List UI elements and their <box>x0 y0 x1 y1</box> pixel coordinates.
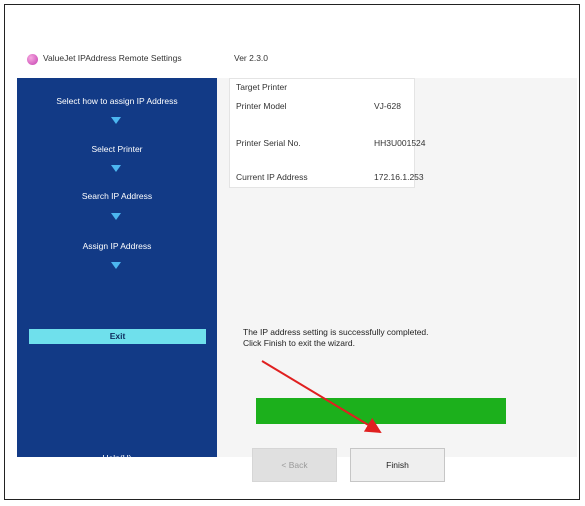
step-assign-ip: Assign IP Address <box>82 241 152 251</box>
group-title: Target Printer <box>236 82 288 92</box>
app-icon <box>27 54 38 65</box>
title-bar: ValueJet IPAddress Remote Settings Ver 2… <box>17 42 577 79</box>
target-printer-group: Target Printer Printer Model VJ-628 Prin… <box>229 78 426 188</box>
step-select-printer: Select Printer <box>91 144 143 154</box>
step-search-ip: Search IP Address <box>81 191 153 201</box>
progress-fill <box>256 398 506 424</box>
app-window: ValueJet IPAddress Remote Settings Ver 2… <box>17 42 577 482</box>
serial-number-value: HH3U001524 <box>374 138 426 148</box>
step-select-assign-method: Select how to assign IP Address <box>56 96 178 106</box>
printer-model-value: VJ-628 <box>374 101 401 111</box>
printer-model-label: Printer Model <box>236 101 287 111</box>
window-title: ValueJet IPAddress Remote Settings <box>43 53 182 63</box>
current-ip-label: Current IP Address <box>236 172 308 182</box>
finish-button[interactable]: Finish <box>350 448 445 482</box>
progress-bar <box>256 398 506 424</box>
main-panel: Target Printer Printer Model VJ-628 Prin… <box>217 78 577 482</box>
step-arrow-down-icon <box>111 213 121 220</box>
back-button[interactable]: < Back <box>252 448 337 482</box>
help-link[interactable]: Help(H) <box>17 453 217 463</box>
step-arrow-down-icon <box>111 117 121 124</box>
step-arrow-down-icon <box>111 165 121 172</box>
message-line-1: The IP address setting is successfully c… <box>243 327 429 337</box>
completion-message: The IP address setting is successfully c… <box>243 327 553 349</box>
wizard-sidebar: Select how to assign IP Address Select P… <box>17 78 217 463</box>
current-ip-value: 172.16.1.253 <box>374 172 424 182</box>
version-label: Ver 2.3.0 <box>234 53 269 63</box>
step-exit-active: Exit <box>29 329 206 344</box>
message-line-2: Click Finish to exit the wizard. <box>243 338 355 348</box>
serial-number-label: Printer Serial No. <box>236 138 301 148</box>
step-arrow-down-icon <box>111 262 121 269</box>
